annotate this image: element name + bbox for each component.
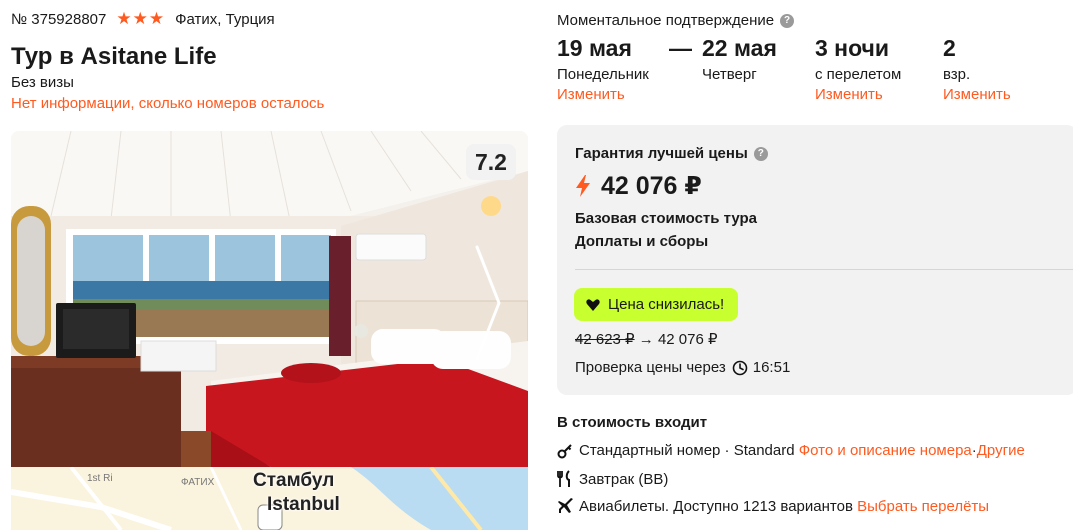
- date-to-value: 22 мая: [702, 35, 777, 61]
- help-icon[interactable]: ?: [753, 146, 768, 161]
- tour-meta: № 375928807 ★★★ Фатих, Турция: [11, 9, 275, 29]
- help-icon[interactable]: ?: [780, 13, 795, 28]
- travellers: 2 взр. Изменить: [943, 35, 1011, 103]
- total-price: 42 076 ₽: [601, 172, 702, 200]
- new-price: 42 076 ₽: [657, 331, 718, 348]
- old-price: 42 623 ₽: [575, 331, 635, 348]
- hotel-location-map[interactable]: 1st Ri ФАТИХ Стамбул Istanbul: [11, 467, 528, 530]
- price-check-label: Проверка цены через: [575, 359, 726, 376]
- adults-value: 2: [943, 35, 956, 61]
- price-check-timer: Проверка цены через 16:51: [575, 359, 790, 376]
- price-row: 42 076 ₽: [575, 171, 702, 201]
- hotel-photo-gallery[interactable]: 7.2: [11, 131, 528, 467]
- includes-title: В стоимость входит: [557, 414, 708, 431]
- price-drop-badge: Цена снизилась!: [574, 288, 739, 321]
- change-dates-link[interactable]: Изменить: [557, 86, 649, 103]
- key-icon: [557, 443, 579, 459]
- include-room: Стандартный номер · Standard Фото и опис…: [557, 442, 1025, 459]
- date-from-weekday: Понедельник: [557, 66, 649, 83]
- map-city-label: Стамбул: [253, 470, 335, 491]
- price-check-time: 16:51: [752, 359, 791, 376]
- heart-icon: [586, 298, 600, 311]
- best-price-guarantee-label: Гарантия лучшей цены: [575, 145, 748, 162]
- chevron-right-icon[interactable]: [473, 243, 503, 363]
- instant-confirmation: Моментальное подтверждение ?: [557, 12, 795, 29]
- fees-label[interactable]: Доплаты и сборы: [575, 233, 708, 250]
- meal-plan: Завтрак (BB): [579, 470, 669, 488]
- divider: [575, 269, 1073, 270]
- visa-info: Без визы: [11, 74, 74, 91]
- page-title: Тур в Asitane Life: [11, 43, 217, 70]
- adults-label: взр.: [943, 66, 971, 83]
- best-price-guarantee: Гарантия лучшей цены ?: [575, 145, 768, 162]
- hotel-room-photo: [11, 131, 528, 467]
- tour-id: № 375928807: [11, 10, 107, 28]
- map-street-label: 1st Ri: [87, 473, 113, 484]
- change-nights-link[interactable]: Изменить: [815, 86, 901, 103]
- include-meal: Завтрак (BB): [557, 470, 668, 488]
- date-from: 19 мая Понедельник Изменить: [557, 35, 649, 103]
- map-district-label: ФАТИХ: [181, 477, 215, 488]
- date-to: 22 мая Четверг: [702, 35, 777, 83]
- include-flights: Авиабилеты. Доступно 1213 вариантов Выбр…: [557, 497, 989, 515]
- choose-flights-link[interactable]: Выбрать перелёты: [857, 498, 989, 515]
- base-price-label[interactable]: Базовая стоимость тура: [575, 210, 757, 227]
- airplane-icon: [557, 497, 579, 515]
- date-separator: —: [669, 35, 692, 61]
- price-card: Гарантия лучшей цены ? 42 076 ₽ Базовая …: [557, 125, 1073, 395]
- cutlery-icon: [557, 470, 579, 488]
- map-city-latin-label: Istanbul: [267, 494, 340, 515]
- price-arrow: →: [638, 331, 654, 348]
- rooms-availability-note: Нет информации, сколько номеров осталось: [11, 95, 325, 112]
- star-rating-icon: ★★★: [116, 9, 166, 28]
- nights: 3 ночи с перелетом Изменить: [815, 35, 901, 103]
- other-rooms-link[interactable]: Другие: [977, 442, 1025, 459]
- nights-flight-note: с перелетом: [815, 66, 902, 83]
- date-from-value: 19 мая: [557, 35, 632, 61]
- nights-value: 3 ночи: [815, 35, 890, 61]
- clock-icon: [732, 360, 748, 375]
- price-drop-label: Цена снизилась!: [608, 296, 725, 313]
- hotel-rating-badge: 7.2: [466, 144, 516, 180]
- date-to-weekday: Четверг: [702, 66, 757, 83]
- flights-info: Авиабилеты. Доступно 1213 вариантов: [579, 497, 853, 515]
- tour-location: Фатих, Турция: [175, 10, 275, 28]
- price-change: 42 623 ₽ → 42 076 ₽: [575, 330, 718, 348]
- lightning-icon: [576, 175, 590, 197]
- room-details-link[interactable]: Фото и описание номера: [799, 442, 972, 459]
- instant-confirmation-label: Моментальное подтверждение: [557, 12, 775, 29]
- change-travellers-link[interactable]: Изменить: [943, 86, 1011, 103]
- date-dash: —: [669, 35, 692, 61]
- room-type: Стандартный номер · Standard: [579, 442, 795, 459]
